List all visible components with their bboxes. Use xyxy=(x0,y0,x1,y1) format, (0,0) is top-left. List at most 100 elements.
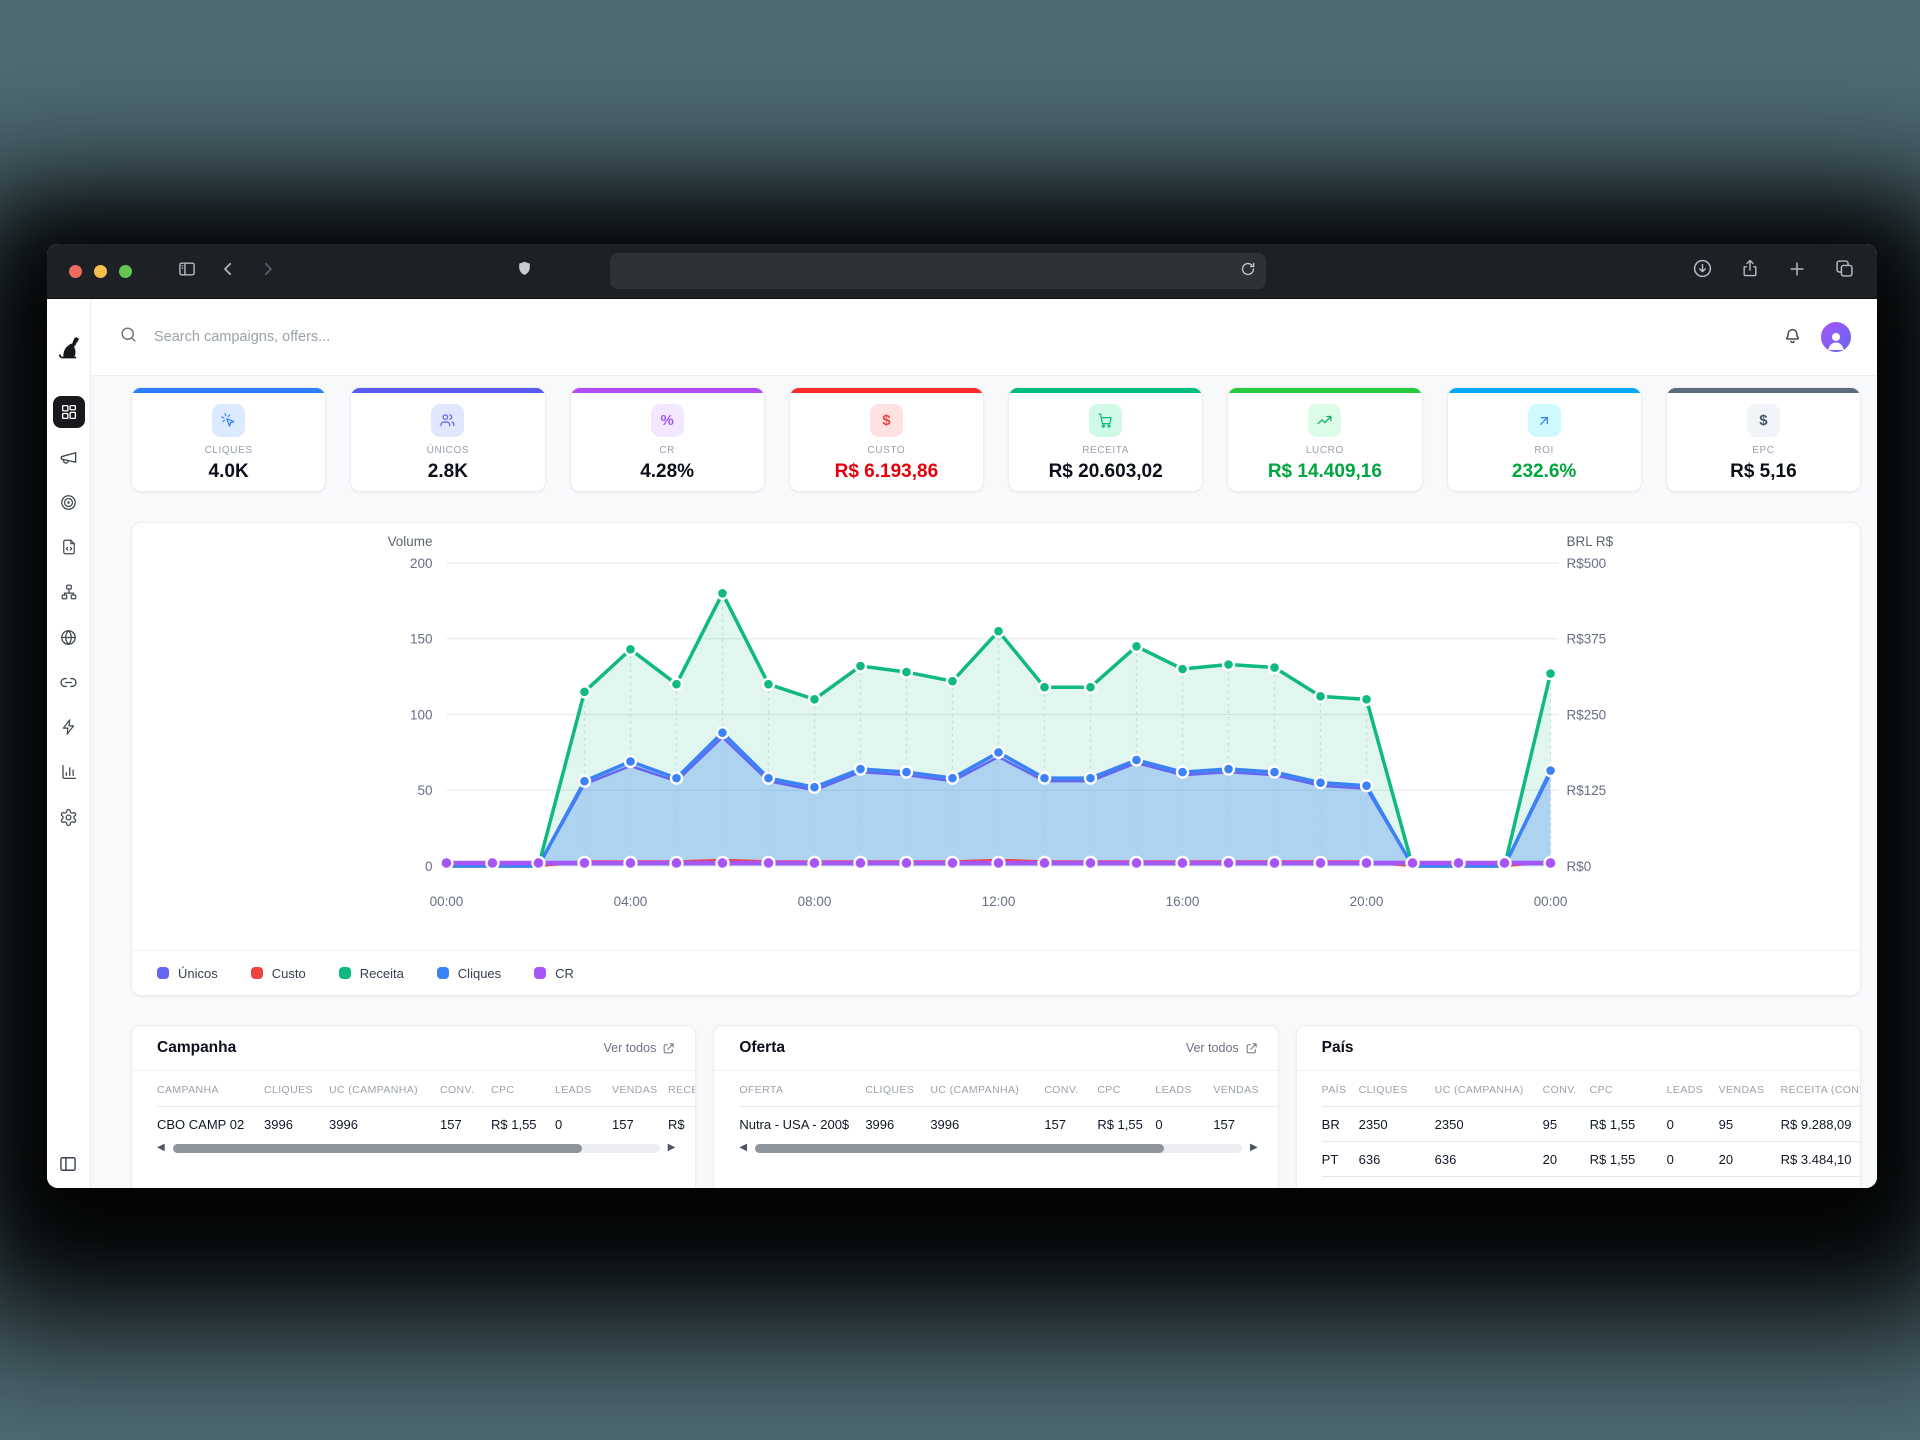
scroll-left-icon[interactable]: ◀ xyxy=(157,1143,165,1153)
sidebar-item-offers[interactable] xyxy=(53,486,85,518)
window-controls xyxy=(69,265,132,278)
legend-label: CR xyxy=(555,966,574,981)
scroll-right-icon[interactable]: ▶ xyxy=(1250,1143,1258,1153)
megaphone-icon xyxy=(59,448,78,467)
column-header: CONV. xyxy=(1044,1071,1097,1107)
column-header: CAMPANHA xyxy=(157,1071,264,1107)
sidebar-item-links[interactable] xyxy=(53,666,85,698)
table-card-campanha: CampanhaVer todosCAMPANHACLIQUESUC (CAMP… xyxy=(131,1025,696,1188)
sidebar-item-dashboard[interactable] xyxy=(53,396,85,428)
ver-todos-link[interactable]: Ver todos xyxy=(604,1041,676,1055)
kpi-value: R$ 20.603,02 xyxy=(1049,461,1163,483)
sidebar-toggle-icon[interactable] xyxy=(177,259,197,284)
click-icon xyxy=(212,404,245,437)
target-icon xyxy=(59,493,78,512)
sidebar-item-domains[interactable] xyxy=(53,621,85,653)
kpi-accent-bar xyxy=(790,388,983,393)
legend-swatch xyxy=(157,967,169,979)
legend-label: Receita xyxy=(360,966,404,981)
new-tab-icon[interactable] xyxy=(1787,259,1807,284)
kpi-card-receita[interactable]: RECEITAR$ 20.603,02 xyxy=(1008,387,1203,492)
table-header-row: CAMPANHACLIQUESUC (CAMPANHA)CONV.CPCLEAD… xyxy=(157,1071,695,1107)
table-cell: 20 xyxy=(1719,1142,1781,1177)
kpi-card-roi[interactable]: ROI232.6% xyxy=(1447,387,1642,492)
kpi-card-únicos[interactable]: ÚNICOS2.8K xyxy=(350,387,545,492)
column-header: PAÍS xyxy=(1322,1071,1359,1107)
sidebar-item-flows[interactable] xyxy=(53,576,85,608)
column-header: CPC xyxy=(491,1071,555,1107)
legend-item-custo[interactable]: Custo xyxy=(251,966,306,981)
table-cell: CBO CAMP 02 xyxy=(157,1107,264,1142)
table-cell: 3996 xyxy=(329,1107,440,1142)
legend-item-receita[interactable]: Receita xyxy=(339,966,404,981)
sidebar-item-integrations[interactable] xyxy=(53,711,85,743)
table-cell: 0 xyxy=(1155,1107,1213,1142)
column-header: RECEITA (CONVERSÃO) xyxy=(668,1071,695,1107)
forward-button[interactable] xyxy=(259,260,277,283)
kpi-card-lucro[interactable]: LUCROR$ 14.409,16 xyxy=(1227,387,1422,492)
minimize-window-button[interactable] xyxy=(94,265,107,278)
legend-item-cliques[interactable]: Cliques xyxy=(437,966,501,981)
zap-icon xyxy=(60,718,78,736)
table-cell: 2350 xyxy=(1435,1107,1543,1142)
notifications-bell-icon[interactable] xyxy=(1782,324,1803,351)
sidebar-item-settings[interactable] xyxy=(53,801,85,833)
legend-swatch xyxy=(437,967,449,979)
kpi-card-custo[interactable]: $CUSTOR$ 6.193,86 xyxy=(789,387,984,492)
column-header: OFERTA xyxy=(739,1071,865,1107)
table-card-header: OfertaVer todos xyxy=(714,1026,1277,1071)
dog-logo-icon[interactable] xyxy=(56,335,82,366)
sidebar-nav xyxy=(53,396,85,846)
sidebar-item-campaigns[interactable] xyxy=(53,441,85,473)
sidebar-item-landing-pages[interactable] xyxy=(53,531,85,563)
legend-swatch xyxy=(534,967,546,979)
table-scroll-area: OFERTACLIQUESUC (CAMPANHA)CONV.CPCLEADSV… xyxy=(714,1071,1277,1141)
scrollbar-track[interactable] xyxy=(173,1144,660,1153)
file-code-icon xyxy=(60,538,78,556)
tab-overview-icon[interactable] xyxy=(1834,258,1855,284)
kpi-value: R$ 14.409,16 xyxy=(1268,461,1382,483)
table-row[interactable]: PT63663620R$ 1,55020R$ 3.484,10 xyxy=(1322,1142,1860,1177)
table-row[interactable]: BR2350235095R$ 1,55095R$ 9.288,09 xyxy=(1322,1107,1860,1142)
scrollbar-thumb[interactable] xyxy=(173,1144,582,1153)
table-row[interactable]: Nutra - USA - 200$39963996157R$ 1,550157 xyxy=(739,1107,1277,1142)
column-header: CLIQUES xyxy=(264,1071,329,1107)
shield-icon[interactable] xyxy=(516,259,533,283)
legend-item-únicos[interactable]: Únicos xyxy=(157,966,218,981)
user-avatar[interactable] xyxy=(1821,322,1851,352)
column-header: RECEITA (CONVERSÃO) xyxy=(1781,1071,1860,1107)
horizontal-scrollbar: ◀▶ xyxy=(714,1141,1277,1153)
app-root: CLIQUES4.0KÚNICOS2.8K%CR4.28%$CUSTOR$ 6.… xyxy=(47,299,1877,1188)
bar-chart-icon xyxy=(60,763,78,781)
zoom-window-button[interactable] xyxy=(119,265,132,278)
scrollbar-thumb[interactable] xyxy=(755,1144,1164,1153)
scroll-right-icon[interactable]: ▶ xyxy=(668,1143,676,1153)
trend-up-icon xyxy=(1308,404,1341,437)
table-scroll-area: CAMPANHACLIQUESUC (CAMPANHA)CONV.CPCLEAD… xyxy=(132,1071,695,1141)
collapse-sidebar-icon[interactable] xyxy=(52,1148,84,1180)
share-icon[interactable] xyxy=(1740,258,1760,284)
table-row[interactable]: CBO CAMP 0239963996157R$ 1,550157R$ xyxy=(157,1107,695,1142)
column-header: LEADS xyxy=(1155,1071,1213,1107)
reload-icon[interactable] xyxy=(1240,261,1256,282)
back-button[interactable] xyxy=(219,260,237,283)
kpi-card-cr[interactable]: %CR4.28% xyxy=(570,387,765,492)
table-header-row: OFERTACLIQUESUC (CAMPANHA)CONV.CPCLEADSV… xyxy=(739,1071,1277,1107)
close-window-button[interactable] xyxy=(69,265,82,278)
ver-todos-link[interactable]: Ver todos xyxy=(1186,1041,1258,1055)
table-cell: 0 xyxy=(1667,1107,1719,1142)
downloads-icon[interactable] xyxy=(1692,258,1713,284)
scrollbar-track[interactable] xyxy=(755,1144,1242,1153)
link-icon xyxy=(59,673,78,692)
sidebar-item-reports[interactable] xyxy=(53,756,85,788)
kpi-accent-bar xyxy=(1448,388,1641,393)
kpi-card-epc[interactable]: $EPCR$ 5,16 xyxy=(1666,387,1861,492)
kpi-card-cliques[interactable]: CLIQUES4.0K xyxy=(131,387,326,492)
url-bar[interactable] xyxy=(610,253,1266,289)
table-cell: Nutra - USA - 200$ xyxy=(739,1107,865,1142)
browser-toolbar xyxy=(47,244,1877,299)
search-input[interactable] xyxy=(152,328,576,346)
legend-item-cr[interactable]: CR xyxy=(534,966,574,981)
column-header: VENDAS xyxy=(612,1071,668,1107)
scroll-left-icon[interactable]: ◀ xyxy=(739,1143,747,1153)
